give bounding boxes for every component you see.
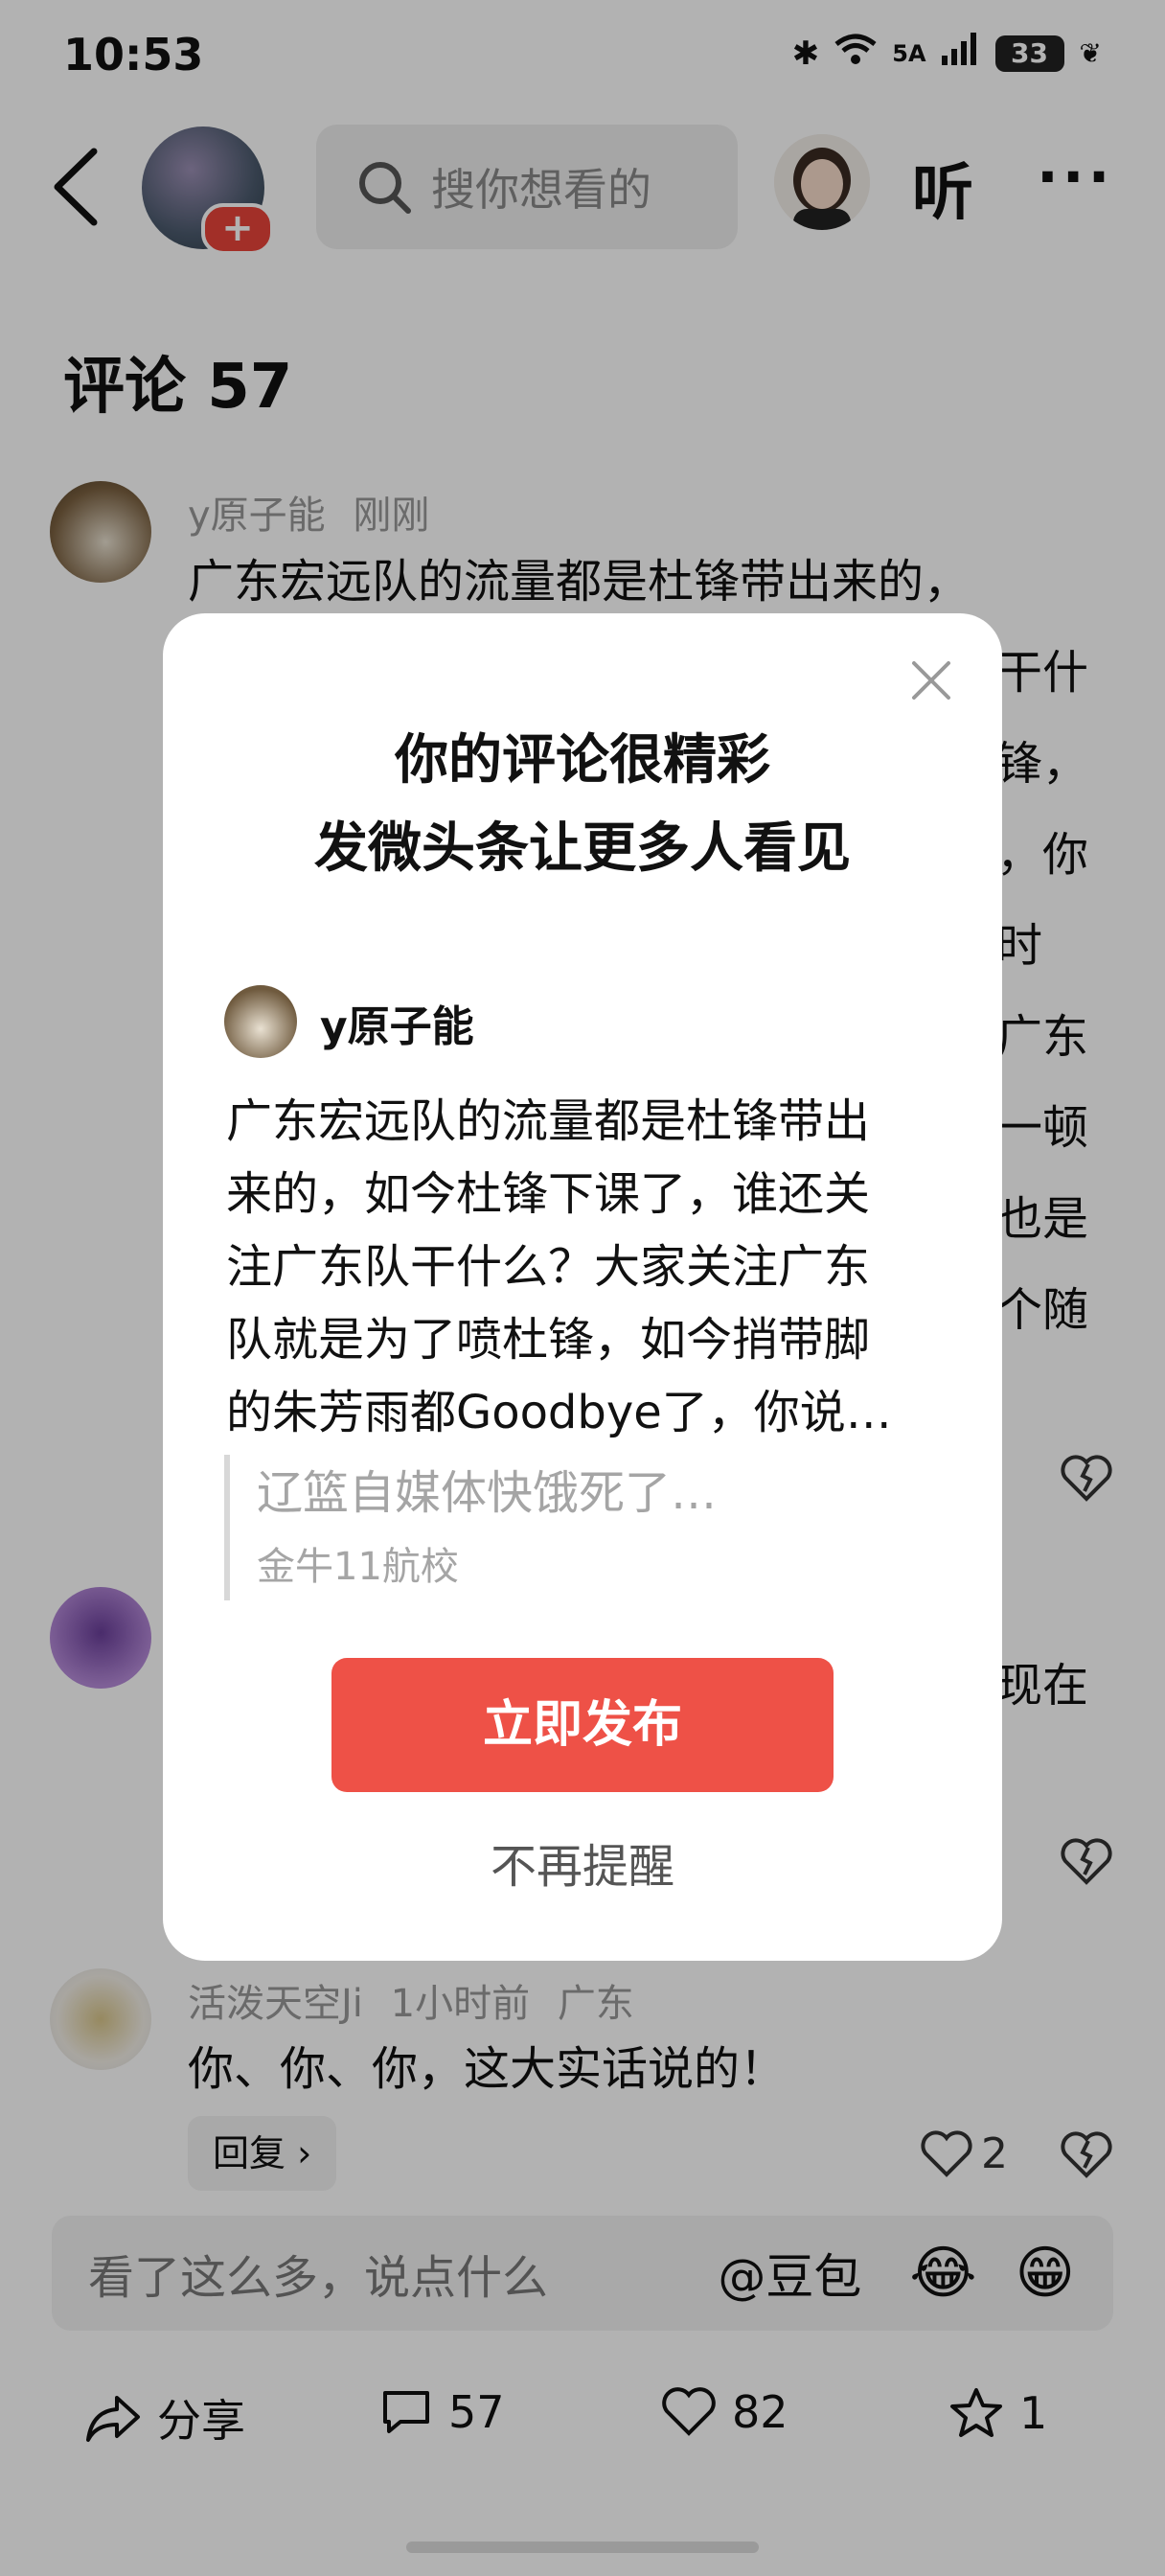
preview-username: y原子能 — [320, 1002, 474, 1051]
close-icon — [912, 661, 950, 700]
dialog-title-line1: 你的评论很精彩 — [395, 729, 770, 792]
preview-text-line: 的朱芳雨都Goodbye了，你说… — [226, 1386, 892, 1439]
dont-remind-button[interactable]: 不再提醒 — [163, 1828, 1002, 1896]
preview-text-line: 广东宏远队的流量都是杜锋带出 — [226, 1094, 871, 1148]
close-button[interactable] — [908, 657, 954, 703]
preview-text-line: 注广东队干什么？大家关注广东 — [226, 1240, 871, 1294]
publish-now-button[interactable]: 立即发布 — [331, 1658, 834, 1792]
preview-text-line: 来的，如今杜锋下课了，谁还关 — [226, 1167, 871, 1221]
publish-dialog: 你的评论很精彩 发微头条让更多人看见 y原子能 广东宏远队的流量都是杜锋带出 来… — [163, 613, 1002, 1961]
quote-user: 金牛11航校 — [257, 1545, 459, 1589]
preview-text-line: 队就是为了喷杜锋，如今捎带脚 — [226, 1313, 871, 1367]
preview-avatar — [224, 985, 297, 1058]
quote-text: 辽篮自媒体快饿死了… — [257, 1466, 718, 1520]
dialog-title-line2: 发微头条让更多人看见 — [314, 817, 851, 880]
quote-bar — [224, 1455, 230, 1600]
